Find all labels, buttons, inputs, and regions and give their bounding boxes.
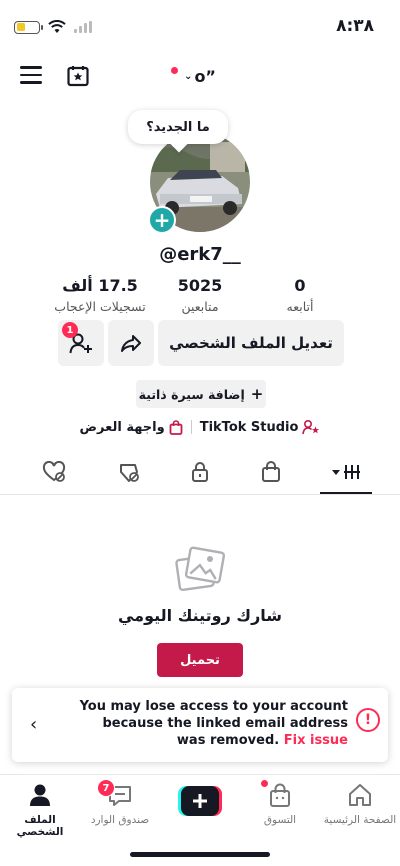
chevron-down-icon: ⌄ — [184, 70, 193, 82]
share-icon — [121, 335, 141, 352]
nav-profile[interactable]: الملف الشخصي — [0, 782, 80, 838]
wifi-icon — [48, 20, 66, 33]
photos-icon — [175, 546, 226, 592]
warning-icon: ! — [356, 708, 380, 732]
create-post-button[interactable] — [178, 786, 222, 816]
followers-label: متابعين — [181, 299, 219, 314]
battery-icon — [14, 20, 43, 34]
home-icon — [349, 784, 371, 806]
nav-inbox[interactable]: صندوق الوارد — [80, 782, 160, 826]
nav-inbox-label: صندوق الوارد — [90, 814, 150, 826]
account-warning-banner[interactable]: ‹ You may lose access to your account be… — [12, 688, 388, 762]
add-bio-label: إضافة سيرة ذاتية — [138, 386, 245, 402]
home-indicator — [130, 852, 270, 857]
upload-button[interactable]: تحميل — [157, 643, 243, 677]
shopping-bag-icon — [270, 783, 290, 807]
likes-label: تسجيلات الإعجاب — [54, 299, 146, 314]
username: @erk7__ — [159, 244, 241, 265]
shop-notification-dot — [261, 780, 268, 787]
account-switcher[interactable]: ⌄ o” — [160, 62, 240, 90]
showcase-link[interactable]: واجهة العرض — [80, 420, 183, 435]
nav-shop-label: التسوق — [263, 814, 297, 826]
tiktok-studio-link[interactable]: TikTok Studio — [200, 419, 321, 435]
tab-private[interactable] — [175, 452, 225, 492]
shopping-bag-icon — [262, 461, 280, 482]
lock-icon — [192, 462, 208, 482]
showcase-label: واجهة العرض — [79, 419, 165, 435]
stat-following[interactable]: 0 أتابعه — [245, 276, 355, 314]
following-count: 0 — [294, 276, 306, 295]
nav-home-label: الصفحة الرئيسية — [323, 814, 397, 826]
menu-icon[interactable] — [20, 66, 42, 86]
heart-hidden-icon — [42, 461, 66, 482]
add-bio-button[interactable]: + إضافة سيرة ذاتية — [136, 380, 266, 408]
account-name: o” — [194, 66, 216, 86]
empty-state-title: شارك روتينك اليومي — [117, 606, 283, 625]
tab-shop[interactable] — [246, 452, 296, 492]
following-label: أتابعه — [286, 299, 314, 314]
nav-shop[interactable]: التسوق — [240, 782, 320, 826]
whats-new-bubble[interactable]: ما الجديد؟ — [128, 110, 228, 144]
grid-dropdown-icon — [332, 465, 360, 479]
add-friends-badge: 1 — [62, 322, 78, 338]
plus-icon: + — [250, 385, 264, 403]
notification-dot — [171, 67, 178, 74]
banner-message-block: You may lose access to your account beca… — [72, 698, 348, 749]
hidden-likes-icon — [120, 464, 139, 482]
shopping-bag-icon — [169, 419, 183, 435]
stat-followers[interactable]: 5025 متابعين — [145, 276, 255, 314]
likes-count: 17.5 ألف — [62, 276, 138, 295]
tab-videos[interactable] — [322, 452, 372, 492]
profile-icon — [30, 784, 50, 806]
calendar-star-icon[interactable] — [66, 64, 90, 88]
share-profile-button[interactable] — [108, 320, 154, 366]
followers-count: 5025 — [177, 276, 223, 295]
nav-home[interactable]: الصفحة الرئيسية — [320, 782, 400, 826]
chevron-left-icon[interactable]: ‹ — [30, 714, 37, 735]
tab-liked[interactable] — [29, 452, 79, 492]
inbox-badge: 7 — [97, 779, 115, 797]
stat-likes[interactable]: 17.5 ألف تسجيلات الإعجاب — [45, 276, 155, 314]
bottom-nav-divider — [0, 774, 400, 775]
status-icons — [14, 20, 92, 34]
tab-reposts[interactable] — [104, 452, 154, 492]
tiktok-studio-label: TikTok Studio — [199, 419, 299, 435]
nav-profile-label: الملف الشخصي — [16, 814, 64, 838]
links-divider — [190, 420, 192, 434]
creator-star-icon — [302, 419, 320, 435]
status-time: ٨:٣٨ — [336, 16, 374, 36]
edit-profile-button[interactable]: تعديل الملف الشخصي — [158, 320, 344, 366]
profile-links-row: واجهة العرض TikTok Studio — [0, 416, 400, 438]
tabs-divider — [0, 494, 400, 495]
fix-issue-link[interactable]: Fix issue — [284, 733, 348, 748]
signal-icon — [74, 21, 92, 33]
content-tabs — [0, 452, 400, 494]
add-photo-button[interactable]: + — [148, 206, 176, 234]
